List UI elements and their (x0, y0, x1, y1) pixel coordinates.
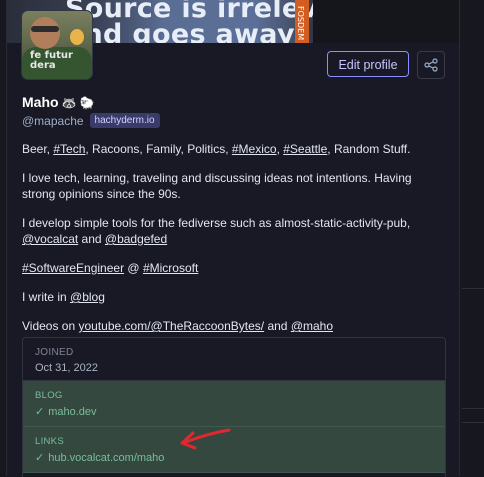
bio-paragraph: I write in @blog (22, 290, 105, 304)
mention-link[interactable]: @maho (291, 319, 333, 333)
share-icon (424, 58, 438, 72)
field-links: LINKS ✓ hub.vocalcat.com/maho (23, 427, 445, 473)
account-handle: @mapache hachyderm.io (22, 113, 160, 128)
field-value: Oct 31, 2022 (35, 362, 98, 374)
bio: Beer, #Tech, Racoons, Family, Politics, … (22, 141, 442, 347)
avatar[interactable]: fe futur dera (21, 10, 93, 80)
field-blog: BLOG ✓ maho.dev (23, 381, 445, 427)
bio-paragraph: #SoftwareEngineer @ #Microsoft (22, 261, 199, 275)
bio-paragraph: Beer, #Tech, Racoons, Family, Politics, … (22, 142, 411, 156)
bio-paragraph: Videos on youtube.com/@TheRaccoonBytes/ … (22, 319, 334, 333)
hashtag-link[interactable]: #SoftwareEngineer (22, 261, 124, 275)
check-icon: ✓ (35, 406, 45, 418)
display-name-text: Maho (22, 94, 59, 110)
check-icon: ✓ (35, 452, 45, 464)
mention-link[interactable]: @blog (70, 290, 105, 304)
profile-fields: JOINED Oct 31, 2022 BLOG ✓ maho.dev LINKS… (22, 337, 446, 477)
hashtag-link[interactable]: #Microsoft (143, 261, 198, 275)
display-name-emoji: 🦝 🐑 (61, 96, 95, 110)
hashtag-link[interactable]: #Seattle (283, 142, 327, 156)
edit-profile-button[interactable]: Edit profile (327, 51, 409, 77)
hashtag-link[interactable]: #Tech (53, 142, 85, 156)
share-button[interactable] (417, 51, 445, 79)
youtube-link[interactable]: youtube.com/@TheRaccoonBytes/ (79, 319, 265, 333)
banner-side-label: FOSDEM (295, 0, 309, 43)
profile-panel: Source is irrelevant and goes away FOSDE… (6, 0, 460, 477)
handle-text: @mapache (22, 113, 84, 128)
field-joined: JOINED Oct 31, 2022 (23, 338, 445, 381)
server-badge[interactable]: hachyderm.io (89, 113, 160, 128)
links-link[interactable]: hub.vocalcat.com/maho (48, 452, 164, 464)
right-divider (462, 288, 484, 289)
mention-link[interactable]: @badgefed (105, 232, 167, 246)
right-divider (462, 408, 484, 409)
right-divider (462, 422, 484, 423)
bio-paragraph: I develop simple tools for the fediverse… (22, 216, 411, 246)
field-label: LINKS (35, 436, 64, 447)
bio-paragraph: I love tech, learning, traveling and dis… (22, 171, 412, 201)
field-label: JOINED (35, 347, 74, 358)
hashtag-link[interactable]: #Mexico (232, 142, 277, 156)
display-name: Maho 🦝 🐑 (22, 94, 95, 110)
field-label: BLOG (35, 390, 63, 401)
red-arrow-annotation (180, 428, 231, 450)
mention-link[interactable]: @vocalcat (22, 232, 78, 246)
blog-link[interactable]: maho.dev (48, 406, 96, 418)
banner-dark-area (313, 0, 459, 43)
